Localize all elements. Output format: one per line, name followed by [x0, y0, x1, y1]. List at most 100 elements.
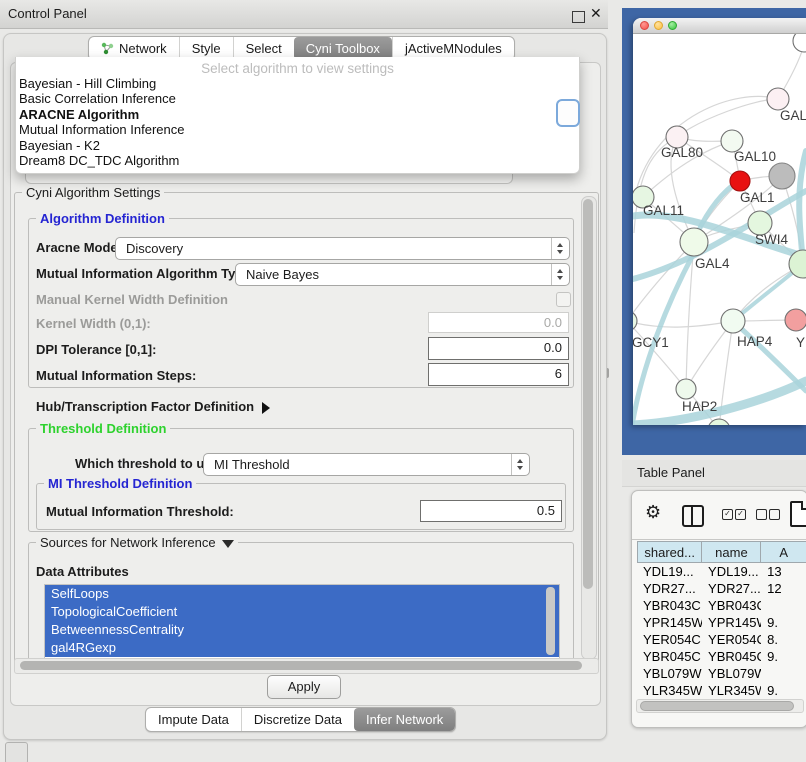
manual-kernel-checkbox[interactable] — [556, 292, 571, 307]
attribute-list-item[interactable]: SelfLoops — [45, 585, 559, 603]
table-body: YDL19...YDL19...13YDR27...YDR27...12YBR0… — [637, 563, 806, 716]
tab-infer-network[interactable]: Infer Network — [354, 708, 455, 731]
sources-title[interactable]: Sources for Network Inference — [36, 535, 238, 550]
network-node-gcy1[interactable] — [633, 311, 637, 331]
aracne-mode-select[interactable]: Discovery — [115, 237, 570, 260]
algorithm-dropdown-list: Bayesian - Hill ClimbingBasic Correlatio… — [16, 76, 579, 168]
network-node-hap2[interactable] — [676, 379, 696, 399]
network-node-gal4[interactable] — [680, 228, 708, 256]
tab-label: Impute Data — [158, 708, 229, 731]
network-view-panel: GALGAL80GAL10GAL1GAL11SWI4GAL4GCY1HAP4YH… — [622, 8, 806, 455]
unchecked-boxes-icon[interactable] — [756, 509, 767, 520]
network-edge[interactable] — [633, 242, 694, 321]
kernel-width-field[interactable]: 0.0 — [428, 312, 569, 333]
aracne-mode-value: Discovery — [126, 241, 183, 256]
document-icon[interactable] — [790, 501, 806, 527]
tab-impute-data[interactable]: Impute Data — [146, 708, 241, 731]
column-header[interactable]: name — [702, 541, 761, 563]
tab-discretize-data[interactable]: Discretize Data — [241, 708, 354, 731]
float-window-icon[interactable] — [572, 11, 585, 23]
table-cell: YLR345W — [637, 682, 702, 699]
attribute-list-item[interactable]: BetweennessCentrality — [45, 621, 559, 639]
zoom-traffic-light-icon[interactable] — [668, 21, 677, 30]
algorithm-option[interactable]: Basic Correlation Inference — [16, 91, 579, 106]
network-node-gal1[interactable] — [730, 171, 750, 191]
table-cell: 9. — [761, 648, 806, 665]
dpi-tolerance-label: DPI Tolerance [0,1]: — [36, 342, 156, 357]
table-row[interactable]: YDR27...YDR27...12 — [637, 580, 806, 597]
table-cell: YLR345W — [702, 682, 761, 699]
table-cell: 8. — [761, 631, 806, 648]
settings-hscrollbar-thumb[interactable] — [20, 661, 582, 670]
split-columns-icon[interactable] — [682, 505, 704, 527]
expander-down-icon[interactable] — [222, 540, 234, 548]
network-node-gal[interactable] — [767, 88, 789, 110]
algorithm-option[interactable]: Bayesian - Hill Climbing — [16, 76, 579, 91]
network-edge[interactable] — [633, 321, 733, 327]
network-node-label: HAP4 — [737, 334, 773, 349]
stepper-icon[interactable] — [551, 238, 569, 259]
close-icon[interactable]: ✕ — [590, 5, 602, 22]
panel-divider-grip[interactable] — [603, 368, 609, 378]
network-node-y[interactable] — [785, 309, 806, 331]
mi-type-value: Naive Bayes — [246, 267, 319, 282]
network-node-hap4[interactable] — [721, 309, 745, 333]
table-hscrollbar-thumb[interactable] — [640, 701, 794, 711]
manual-kernel-label: Manual Kernel Width Definition — [36, 292, 228, 307]
table-cell: YBL079W — [637, 665, 702, 682]
checked-boxes-icon[interactable]: ✓ — [735, 509, 746, 520]
minimize-traffic-light-icon[interactable] — [654, 21, 663, 30]
network-node-label: SWI4 — [755, 232, 788, 247]
network-highlight-edge[interactable] — [633, 381, 806, 425]
dpi-tolerance-field[interactable]: 0.0 — [428, 337, 569, 360]
table-row[interactable]: YDL19...YDL19...13 — [637, 563, 806, 580]
unchecked-boxes-icon[interactable] — [769, 509, 780, 520]
algorithm-option[interactable]: Dream8 DC_TDC Algorithm — [16, 153, 579, 168]
network-window[interactable]: GALGAL80GAL10GAL1GAL11SWI4GAL4GCY1HAP4YH… — [633, 18, 806, 425]
attribute-list-item[interactable]: gal4RGexp — [45, 639, 559, 657]
network-highlight-edge[interactable] — [799, 151, 806, 262]
algorithm-option[interactable]: Mutual Information Inference — [16, 122, 579, 137]
network-canvas[interactable]: GALGAL80GAL10GAL1GAL11SWI4GAL4GCY1HAP4YH… — [633, 34, 806, 425]
table-row[interactable]: YBR043CYBR043C — [637, 597, 806, 614]
mi-threshold-field[interactable]: 0.5 — [420, 500, 562, 522]
network-node-label: HAP2 — [682, 399, 717, 414]
algorithm-definition-title: Algorithm Definition — [36, 211, 169, 226]
apply-button[interactable]: Apply — [267, 675, 341, 699]
table-row[interactable]: YBL079WYBL079W — [637, 665, 806, 682]
network-edge[interactable] — [636, 96, 778, 191]
stepper-icon[interactable] — [551, 264, 569, 285]
close-traffic-light-icon[interactable] — [640, 21, 649, 30]
bottom-left-mini-button[interactable] — [5, 742, 28, 762]
algorithm-option[interactable]: ARACNE Algorithm — [16, 107, 579, 122]
network-node[interactable] — [769, 163, 795, 189]
hub-definition-expander[interactable]: Hub/Transcription Factor Definition — [36, 399, 270, 414]
table-cell: 9. — [761, 614, 806, 631]
table-row[interactable]: YLR345WYLR345W9. — [637, 682, 806, 699]
mi-steps-field[interactable]: 6 — [428, 363, 569, 386]
table-row[interactable]: YPR145WYPR145W9. — [637, 614, 806, 631]
table-cell: YDL19... — [702, 563, 761, 580]
attribute-list-item[interactable]: TopologicalCoefficient — [45, 603, 559, 621]
algorithm-dropdown-popup: Select algorithm to view settings Bayesi… — [15, 57, 580, 174]
table-cell — [761, 665, 806, 682]
gear-icon[interactable]: ⚙ — [645, 502, 661, 523]
settings-scrollbar-thumb[interactable] — [583, 199, 593, 589]
column-header[interactable]: A — [761, 541, 806, 563]
mi-type-select[interactable]: Naive Bayes — [235, 263, 570, 286]
control-panel-title: Control Panel — [8, 6, 87, 21]
expander-right-icon[interactable] — [262, 402, 270, 414]
network-window-titlebar[interactable] — [633, 18, 806, 34]
network-node[interactable] — [793, 34, 806, 52]
column-header[interactable]: shared... — [637, 541, 702, 563]
tab-label: Infer Network — [366, 708, 443, 731]
table-row[interactable]: YBR045CYBR045C9. — [637, 648, 806, 665]
stepper-icon[interactable] — [511, 454, 529, 475]
table-cell: YBR043C — [637, 597, 702, 614]
which-threshold-select[interactable]: MI Threshold — [203, 453, 530, 476]
attributes-scrollbar-thumb[interactable] — [546, 587, 555, 655]
algorithm-option[interactable]: Bayesian - K2 — [16, 138, 579, 153]
bottom-tab-bar: Impute Data Discretize Data Infer Network — [145, 707, 456, 732]
checked-boxes-icon[interactable]: ✓ — [722, 509, 733, 520]
table-row[interactable]: YER054CYER054C8. — [637, 631, 806, 648]
